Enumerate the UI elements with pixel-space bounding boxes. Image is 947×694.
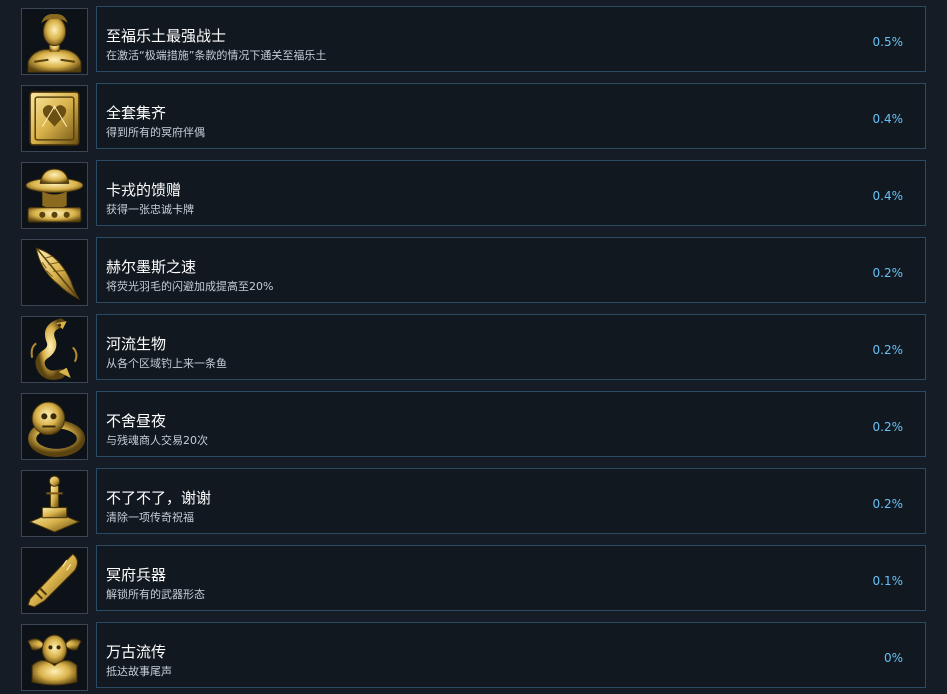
feather-icon [21, 239, 88, 306]
unlock-percentage: 0.4% [872, 189, 904, 203]
achievement-description: 得到所有的冥府伴偶 [106, 126, 205, 139]
achievement-row[interactable]: 不了不了，谢谢 清除一项传奇祝福 0.2% [0, 468, 947, 537]
achievement-panel: 全套集齐 得到所有的冥府伴偶 0.4% [96, 83, 926, 149]
unlock-percentage: 0.2% [872, 420, 904, 434]
achievement-panel: 河流生物 从各个区域钓上来一条鱼 0.2% [96, 314, 926, 380]
hat-icon [21, 162, 88, 229]
fish-icon [21, 316, 88, 383]
achievement-row[interactable]: 万古流传 抵达故事尾声 0% [0, 622, 947, 691]
achievement-title: 卡戎的馈赠 [106, 181, 182, 199]
achievement-title: 全套集齐 [106, 104, 167, 122]
ring-icon [21, 393, 88, 460]
achievement-row[interactable]: 冥府兵器 解锁所有的武器形态 0.1% [0, 545, 947, 614]
unlock-percentage: 0.2% [872, 343, 904, 357]
achievement-title: 不了不了，谢谢 [106, 489, 212, 507]
achievement-row[interactable]: 赫尔墨斯之速 将荧光羽毛的闪避加成提高至20% 0.2% [0, 237, 947, 306]
achievement-description: 清除一项传奇祝福 [106, 511, 194, 524]
unlock-percentage: 0.4% [872, 112, 904, 126]
weapon-icon [21, 547, 88, 614]
achievement-panel: 不了不了，谢谢 清除一项传奇祝福 0.2% [96, 468, 926, 534]
achievement-row[interactable]: 至福乐土最强战士 在激活“极端措施”条款的情况下通关至福乐土 0.5% [0, 6, 947, 75]
achievement-title: 不舍昼夜 [106, 412, 167, 430]
achievement-panel: 赫尔墨斯之速 将荧光羽毛的闪避加成提高至20% 0.2% [96, 237, 926, 303]
achievement-title: 冥府兵器 [106, 566, 167, 584]
achievement-panel: 万古流传 抵达故事尾声 0% [96, 622, 926, 688]
card-icon [21, 85, 88, 152]
achievement-description: 与残魂商人交易20次 [106, 434, 208, 447]
achievement-title: 河流生物 [106, 335, 167, 353]
achievement-row[interactable]: 河流生物 从各个区域钓上来一条鱼 0.2% [0, 314, 947, 383]
achievement-description: 将荧光羽毛的闪避加成提高至20% [106, 280, 274, 293]
achievement-list: 至福乐土最强战士 在激活“极端措施”条款的情况下通关至福乐土 0.5% 全套集齐… [0, 0, 947, 694]
achievement-title: 万古流传 [106, 643, 167, 661]
achievement-description: 解锁所有的武器形态 [106, 588, 205, 601]
achievement-row[interactable]: 卡戎的馈赠 获得一张忠诚卡牌 0.4% [0, 160, 947, 229]
unlock-percentage: 0% [883, 651, 903, 665]
achievement-panel: 冥府兵器 解锁所有的武器形态 0.1% [96, 545, 926, 611]
bust-icon [21, 8, 88, 75]
unlock-percentage: 0.2% [872, 266, 904, 280]
achievement-description: 从各个区域钓上来一条鱼 [106, 357, 227, 370]
achievement-title: 赫尔墨斯之速 [106, 258, 197, 276]
achievement-row[interactable]: 全套集齐 得到所有的冥府伴偶 0.4% [0, 83, 947, 152]
achievement-description: 在激活“极端措施”条款的情况下通关至福乐土 [106, 49, 327, 62]
achievement-panel: 卡戎的馈赠 获得一张忠诚卡牌 0.4% [96, 160, 926, 226]
unlock-percentage: 0.1% [872, 574, 904, 588]
achievement-title: 至福乐土最强战士 [106, 27, 227, 45]
achievement-row[interactable]: 不舍昼夜 与残魂商人交易20次 0.2% [0, 391, 947, 460]
achievement-description: 获得一张忠诚卡牌 [106, 203, 194, 216]
achievement-description: 抵达故事尾声 [106, 665, 172, 678]
unlock-percentage: 0.2% [872, 497, 904, 511]
statue-icon [21, 470, 88, 537]
achievement-panel: 至福乐土最强战士 在激活“极端措施”条款的情况下通关至福乐土 0.5% [96, 6, 926, 72]
achievement-panel: 不舍昼夜 与残魂商人交易20次 0.2% [96, 391, 926, 457]
crest-icon [21, 624, 88, 691]
unlock-percentage: 0.5% [872, 35, 904, 49]
